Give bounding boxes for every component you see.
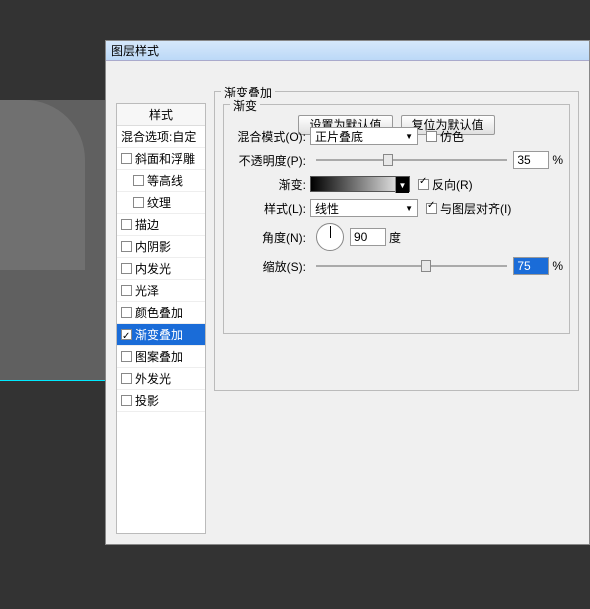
styles-list-panel: 样式 混合选项:自定 斜面和浮雕等高线纹理描边内阴影内发光光泽颜色叠加渐变叠加图… [116, 103, 206, 534]
style-label: 样式(L): [230, 200, 310, 217]
style-item[interactable]: 投影 [117, 390, 205, 412]
reverse-checkbox[interactable]: 反向(R) [418, 176, 473, 193]
style-item-label: 纹理 [147, 192, 171, 214]
style-item-label: 图案叠加 [135, 346, 183, 368]
checkbox-icon [121, 307, 132, 318]
style-item-label: 投影 [135, 390, 159, 412]
scale-unit: % [552, 259, 563, 273]
checkbox-icon [121, 219, 132, 230]
gradient-label: 渐变: [230, 176, 310, 193]
opacity-label: 不透明度(P): [230, 152, 310, 169]
inner-title: 渐变 [230, 97, 260, 114]
style-item[interactable]: 斜面和浮雕 [117, 148, 205, 170]
checkbox-icon [418, 179, 429, 190]
style-item-label: 外发光 [135, 368, 171, 390]
slider-track [316, 265, 507, 267]
checkbox-icon [121, 263, 132, 274]
checkbox-icon [121, 241, 132, 252]
checkbox-icon [121, 373, 132, 384]
angle-input[interactable]: 90 [350, 228, 386, 246]
align-checkbox[interactable]: 与图层对齐(I) [426, 200, 511, 217]
style-value: 线性 [315, 200, 339, 217]
canvas-shape [0, 100, 85, 270]
style-item[interactable]: 外发光 [117, 368, 205, 390]
layer-style-dialog: 图层样式 样式 混合选项:自定 斜面和浮雕等高线纹理描边内阴影内发光光泽颜色叠加… [105, 40, 590, 545]
scale-slider[interactable] [316, 259, 507, 273]
gradient-swatch[interactable]: ▼ [310, 176, 410, 192]
blend-options-item[interactable]: 混合选项:自定 [117, 126, 205, 148]
dither-label: 仿色 [440, 128, 464, 145]
dither-checkbox[interactable]: 仿色 [426, 128, 464, 145]
slider-thumb[interactable] [421, 260, 431, 272]
checkbox-icon [121, 285, 132, 296]
gradient-dropdown-arrow[interactable]: ▼ [395, 177, 409, 193]
align-label: 与图层对齐(I) [440, 200, 511, 217]
checkbox-icon [121, 153, 132, 164]
style-item-label: 颜色叠加 [135, 302, 183, 324]
angle-label: 角度(N): [230, 229, 310, 246]
scale-input[interactable]: 75 [513, 257, 549, 275]
scale-label: 缩放(S): [230, 258, 310, 275]
style-item[interactable]: 等高线 [117, 170, 205, 192]
style-item-label: 内阴影 [135, 236, 171, 258]
style-item[interactable]: 渐变叠加 [117, 324, 205, 346]
style-item-label: 斜面和浮雕 [135, 148, 195, 170]
reverse-label: 反向(R) [432, 176, 473, 193]
opacity-slider[interactable] [316, 153, 507, 167]
style-dropdown[interactable]: 线性 ▼ [310, 199, 418, 217]
style-item[interactable]: 内发光 [117, 258, 205, 280]
checkbox-icon [133, 197, 144, 208]
chevron-down-icon: ▼ [405, 204, 413, 213]
checkbox-icon [426, 131, 437, 142]
style-item[interactable]: 描边 [117, 214, 205, 236]
chevron-down-icon: ▼ [399, 181, 407, 190]
style-item-label: 渐变叠加 [135, 324, 183, 346]
angle-dial[interactable] [316, 223, 344, 251]
blend-mode-label: 混合模式(O): [230, 128, 310, 145]
style-item[interactable]: 光泽 [117, 280, 205, 302]
style-item-label: 光泽 [135, 280, 159, 302]
checkbox-icon [121, 329, 132, 340]
style-item-label: 等高线 [147, 170, 183, 192]
gradient-overlay-group: 渐变叠加 渐变 混合模式(O): 正片叠底 ▼ 仿色 不透明度(P): [214, 91, 579, 391]
checkbox-icon [133, 175, 144, 186]
dialog-titlebar[interactable]: 图层样式 [106, 41, 589, 61]
style-item[interactable]: 图案叠加 [117, 346, 205, 368]
blend-mode-dropdown[interactable]: 正片叠底 ▼ [310, 127, 418, 145]
checkbox-icon [426, 203, 437, 214]
styles-header[interactable]: 样式 [117, 104, 205, 126]
chevron-down-icon: ▼ [405, 132, 413, 141]
style-item-label: 内发光 [135, 258, 171, 280]
style-item[interactable]: 纹理 [117, 192, 205, 214]
opacity-input[interactable]: 35 [513, 151, 549, 169]
angle-unit: 度 [389, 229, 401, 246]
checkbox-icon [121, 351, 132, 362]
checkbox-icon [121, 395, 132, 406]
slider-track [316, 159, 507, 161]
gradient-inner-group: 渐变 混合模式(O): 正片叠底 ▼ 仿色 不透明度(P): [223, 104, 570, 334]
opacity-unit: % [552, 153, 563, 167]
blend-mode-value: 正片叠底 [315, 128, 363, 145]
style-item[interactable]: 颜色叠加 [117, 302, 205, 324]
slider-thumb[interactable] [383, 154, 393, 166]
style-item-label: 描边 [135, 214, 159, 236]
style-item[interactable]: 内阴影 [117, 236, 205, 258]
